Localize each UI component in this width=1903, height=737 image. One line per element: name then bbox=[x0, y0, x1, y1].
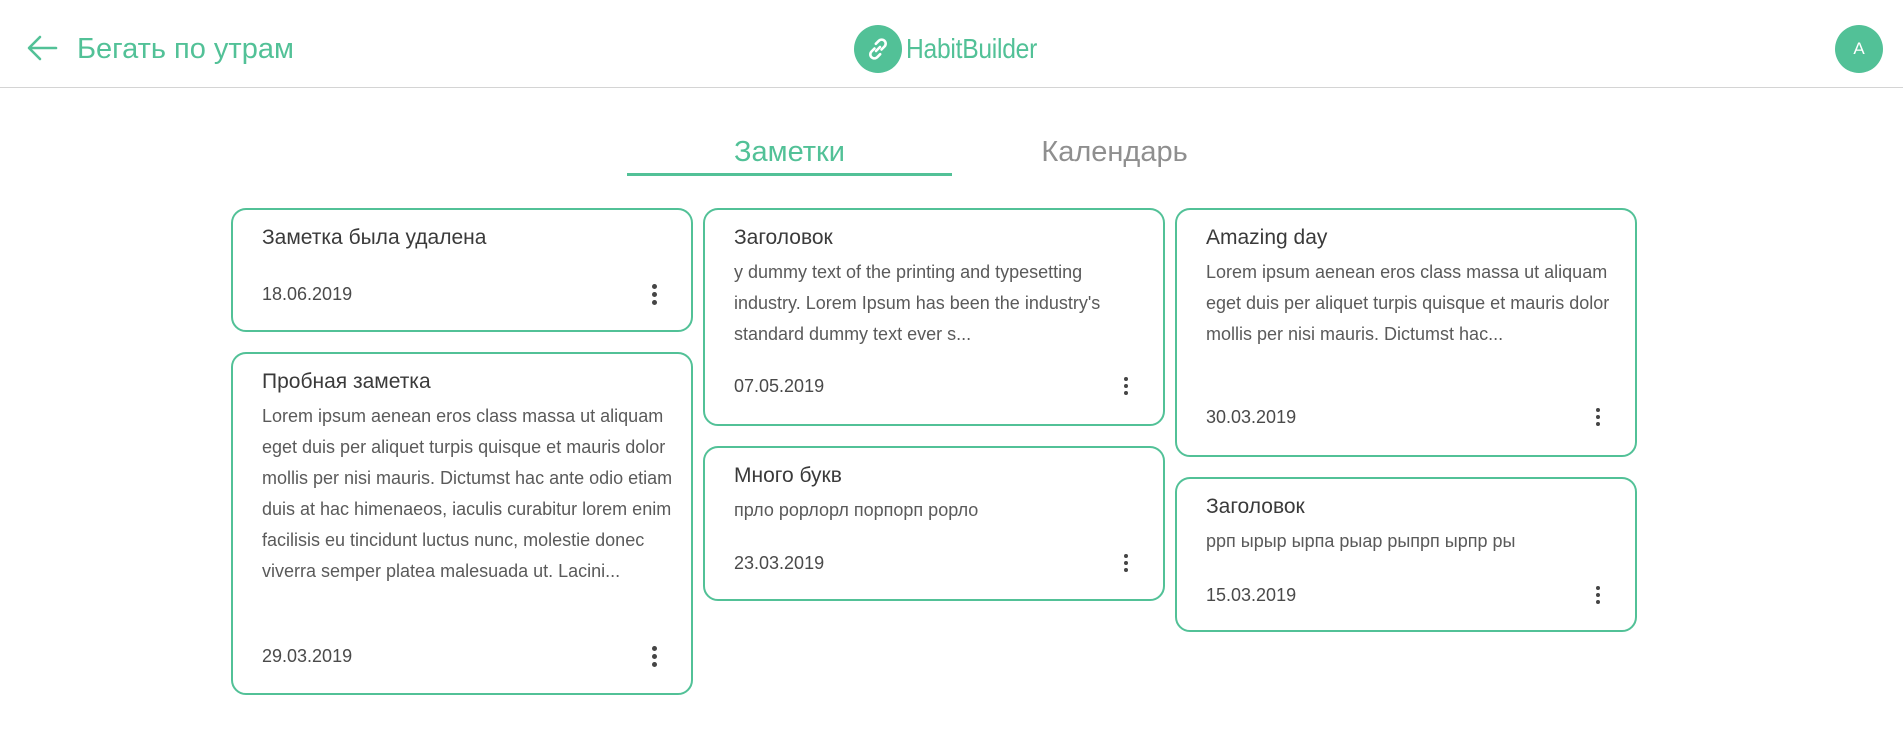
note-menu-button[interactable] bbox=[1116, 373, 1136, 399]
brand-logo bbox=[854, 25, 902, 73]
more-vertical-icon bbox=[651, 645, 657, 651]
note-menu-button[interactable] bbox=[1116, 550, 1136, 576]
note-menu-button[interactable] bbox=[1588, 404, 1608, 430]
note-date: 18.06.2019 bbox=[262, 284, 353, 304]
note-date: 29.03.2019 bbox=[262, 646, 353, 666]
note-card[interactable]: Много букв прло рорлорл порпорп рорло 23… bbox=[703, 446, 1165, 601]
note-card[interactable]: Заголовок ррп ырыр ырпа рыар рыпрп ырпр … bbox=[1175, 477, 1637, 632]
page-title: Бегать по утрам bbox=[77, 33, 294, 65]
note-date: 07.05.2019 bbox=[734, 376, 825, 396]
note-text: Lorem ipsum aenean eros class massa ut a… bbox=[1206, 262, 1610, 344]
note-text: ррп ырыр ырпа рыар рыпрп ырпр ры bbox=[1206, 531, 1516, 551]
arrow-left-icon bbox=[27, 35, 58, 61]
note-date: 30.03.2019 bbox=[1206, 407, 1297, 427]
tab-notes[interactable]: Заметки bbox=[627, 130, 952, 176]
more-vertical-icon bbox=[1596, 586, 1600, 590]
note-card[interactable]: Заголовок y dummy text of the printing a… bbox=[703, 208, 1165, 426]
more-vertical-icon bbox=[1124, 377, 1128, 381]
note-card[interactable]: Пробная заметка Lorem ipsum aenean eros … bbox=[231, 352, 693, 695]
more-vertical-icon bbox=[1124, 554, 1128, 558]
more-vertical-icon bbox=[1596, 408, 1600, 412]
brand-name: HabitBuilder bbox=[906, 33, 1038, 64]
note-card[interactable]: Amazing day Lorem ipsum aenean eros clas… bbox=[1175, 208, 1637, 457]
note-title: Amazing day bbox=[1206, 226, 1328, 249]
brand[interactable]: HabitBuilder bbox=[854, 25, 1055, 73]
active-tab-indicator bbox=[627, 173, 952, 176]
note-text: y dummy text of the printing and typeset… bbox=[734, 262, 1101, 344]
more-vertical-icon bbox=[651, 283, 657, 289]
note-text: Lorem ipsum aenean eros class massa ut a… bbox=[262, 406, 673, 581]
note-menu-button[interactable] bbox=[1588, 582, 1608, 608]
tab-calendar[interactable]: Календарь bbox=[952, 130, 1277, 176]
back-button[interactable] bbox=[24, 28, 64, 68]
user-avatar[interactable]: A bbox=[1835, 25, 1883, 73]
note-title: Пробная заметка bbox=[262, 370, 431, 393]
link-icon bbox=[869, 38, 887, 60]
note-text: прло рорлорл порпорп рорло bbox=[734, 500, 979, 520]
note-menu-button[interactable] bbox=[644, 281, 664, 307]
top-bar: Бегать по утрам HabitBuilder A bbox=[0, 0, 1903, 88]
note-date: 15.03.2019 bbox=[1206, 585, 1297, 605]
note-title: Много букв bbox=[734, 464, 842, 487]
note-menu-button[interactable] bbox=[644, 643, 664, 669]
note-date: 23.03.2019 bbox=[734, 553, 825, 573]
note-title: Заголовок bbox=[734, 226, 833, 249]
note-title: Заметка была удалена bbox=[262, 226, 487, 249]
note-card[interactable]: Заметка была удалена 18.06.2019 bbox=[231, 208, 693, 332]
note-title: Заголовок bbox=[1206, 495, 1305, 518]
